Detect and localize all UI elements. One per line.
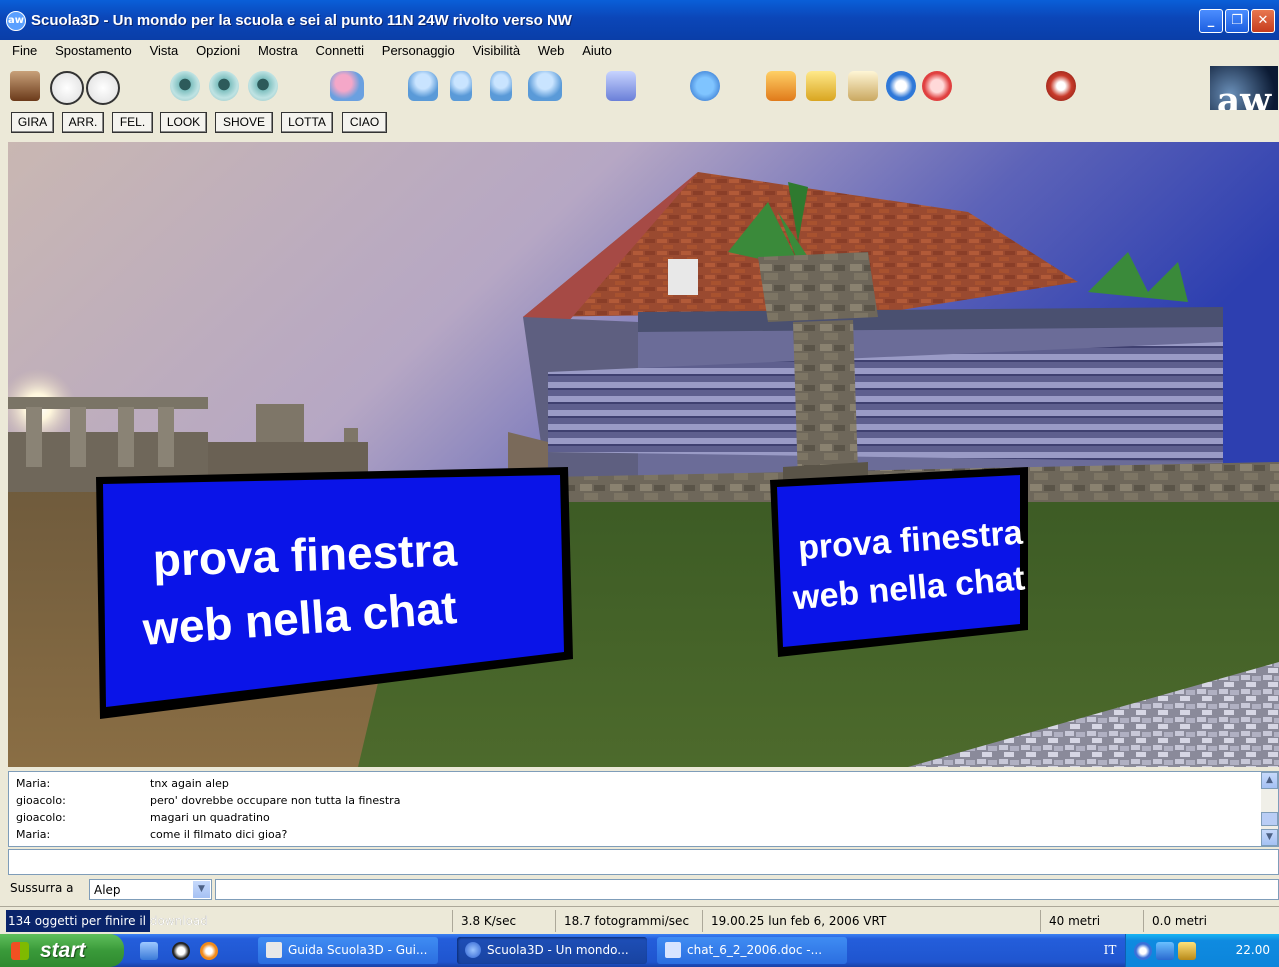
menu-visibilita[interactable]: Visibilità xyxy=(473,40,520,58)
speed-readout: 3.8 K/sec xyxy=(452,910,551,932)
windows-flag-icon xyxy=(11,942,29,960)
fps-readout: 18.7 fotogrammi/sec xyxy=(555,910,699,932)
aw-icon[interactable]: aw xyxy=(6,11,26,31)
gesture-shove-button[interactable]: SHOVE xyxy=(215,112,273,133)
window-title: Scuola3D - Un mondo per la scuola e sei … xyxy=(31,12,572,29)
distance-readout: 40 metri xyxy=(1040,910,1144,932)
task-guida[interactable]: Guida Scuola3D - Gui... xyxy=(258,937,438,964)
chat-message: come il filmato dici gioa? xyxy=(150,828,288,841)
whisper-label: Sussurra a xyxy=(10,881,74,895)
network-icon[interactable] xyxy=(1156,942,1174,960)
media-player-icon[interactable] xyxy=(200,942,218,960)
avatar-icon[interactable] xyxy=(408,71,438,101)
scroll-down-icon[interactable]: ▼ xyxy=(1261,829,1278,846)
3d-viewport[interactable]: prova finestra web nella chat prova fine… xyxy=(8,142,1279,767)
chat-scrollbar[interactable]: ▲ ▼ xyxy=(1261,772,1278,846)
help-icon[interactable] xyxy=(922,71,952,101)
gesture-look-button[interactable]: LOOK xyxy=(160,112,207,133)
gesture-ciao-button[interactable]: CIAO xyxy=(342,112,387,133)
eye-left-icon[interactable] xyxy=(209,71,239,101)
gesture-gira-button[interactable]: GIRA xyxy=(11,112,54,133)
home-icon[interactable] xyxy=(10,71,40,101)
chat-author: gioacolo: xyxy=(16,794,66,807)
menu-personaggio[interactable]: Personaggio xyxy=(382,40,455,58)
gesture-bar: GIRA ARR. FEL. LOOK SHOVE LOTTA CIAO xyxy=(0,110,1279,140)
menu-fine[interactable]: Fine xyxy=(12,40,37,58)
toolbar xyxy=(0,62,1279,110)
whisper-icon[interactable] xyxy=(450,71,472,101)
menu-opzioni[interactable]: Opzioni xyxy=(196,40,240,58)
stop-icon[interactable] xyxy=(1046,71,1076,101)
chat-author: Maria: xyxy=(16,828,51,841)
status-bar: 134 oggetti per finire il download 134 o… xyxy=(0,906,1279,935)
taskbar: start Guida Scuola3D - Gui... Scuola3D -… xyxy=(0,934,1279,967)
download-progress: 134 oggetti per finire il download 134 o… xyxy=(6,910,263,932)
task-scuola3d[interactable]: Scuola3D - Un mondo... xyxy=(457,937,647,964)
menu-spostamento[interactable]: Spostamento xyxy=(55,40,132,58)
whisper-select[interactable]: Alep ▼ xyxy=(89,879,212,900)
chat-author: gioacolo: xyxy=(16,811,66,824)
sync-icon[interactable] xyxy=(886,71,916,101)
chevron-down-icon[interactable]: ▼ xyxy=(193,881,210,898)
users-icon[interactable] xyxy=(528,71,562,101)
whisper-selected-value: Alep xyxy=(94,883,121,897)
chat-message: pero' dovrebbe occupare non tutta la fin… xyxy=(150,794,401,807)
chat-author: Maria: xyxy=(16,777,51,790)
system-tray: 22.00 xyxy=(1125,934,1279,967)
maximize-button[interactable]: ❐ xyxy=(1225,9,1249,33)
word-icon xyxy=(665,942,681,958)
menu-vista[interactable]: Vista xyxy=(150,40,179,58)
chat-message: tnx again alep xyxy=(150,777,229,790)
browser-icon[interactable] xyxy=(690,71,720,101)
title-bar: aw Scuola3D - Un mondo per la scuola e s… xyxy=(0,0,1279,40)
eye-right-icon[interactable] xyxy=(248,71,278,101)
chat-input[interactable] xyxy=(8,849,1279,875)
chat-message: magari un quadratino xyxy=(150,811,270,824)
menu-mostra[interactable]: Mostra xyxy=(258,40,298,58)
start-label: start xyxy=(40,939,86,962)
menu-aiuto[interactable]: Aiuto xyxy=(582,40,612,58)
gesture-fel-button[interactable]: FEL. xyxy=(112,112,153,133)
scroll-thumb[interactable] xyxy=(1261,812,1278,826)
clock: 22.00 xyxy=(1235,943,1270,957)
start-button[interactable]: start xyxy=(0,934,124,967)
menu-connetti[interactable]: Connetti xyxy=(316,40,364,58)
minimize-button[interactable]: _ xyxy=(1199,9,1223,33)
close-button[interactable]: ✕ xyxy=(1251,9,1275,33)
task-word-doc[interactable]: chat_6_2_2006.doc -... xyxy=(657,937,847,964)
whisper-input[interactable] xyxy=(215,879,1279,900)
datetime-readout: 19.00.25 lun feb 6, 2006 VRT xyxy=(702,910,1041,932)
language-indicator[interactable]: IT xyxy=(1098,934,1122,967)
eye-view-icon[interactable] xyxy=(170,71,200,101)
map-icon[interactable] xyxy=(848,71,878,101)
messenger-icon[interactable] xyxy=(172,942,190,960)
back-icon[interactable] xyxy=(50,71,84,105)
avatar-pair-icon[interactable] xyxy=(330,71,364,101)
scroll-up-icon[interactable]: ▲ xyxy=(1261,772,1278,789)
left-sign-line1: prova finestra xyxy=(152,523,458,586)
user-icon[interactable] xyxy=(490,71,512,101)
menu-bar: Fine Spostamento Vista Opzioni Mostra Co… xyxy=(0,40,1279,62)
download-status-highlight: 134 oggetti per finire il download xyxy=(8,914,208,928)
document-icon xyxy=(266,942,282,958)
show-desktop-icon[interactable] xyxy=(140,942,158,960)
aw-icon xyxy=(465,942,481,958)
download-progress-fill: 134 oggetti per finire il download xyxy=(6,910,208,932)
edit-icon[interactable] xyxy=(806,71,836,101)
gesture-lotta-button[interactable]: LOTTA xyxy=(281,112,333,133)
gesture-arr-button[interactable]: ARR. xyxy=(62,112,104,133)
whisper-bar: Sussurra a Alep ▼ xyxy=(0,877,1279,904)
tray-expand-icon[interactable] xyxy=(1134,942,1152,960)
chat-icon[interactable] xyxy=(606,71,636,101)
build-icon[interactable] xyxy=(766,71,796,101)
chat-log[interactable]: Maria: tnx again alep gioacolo: pero' do… xyxy=(8,771,1279,847)
volume-icon[interactable] xyxy=(1178,942,1196,960)
altitude-readout: 0.0 metri xyxy=(1143,910,1277,932)
forward-icon[interactable] xyxy=(86,71,120,105)
menu-web[interactable]: Web xyxy=(538,40,565,58)
